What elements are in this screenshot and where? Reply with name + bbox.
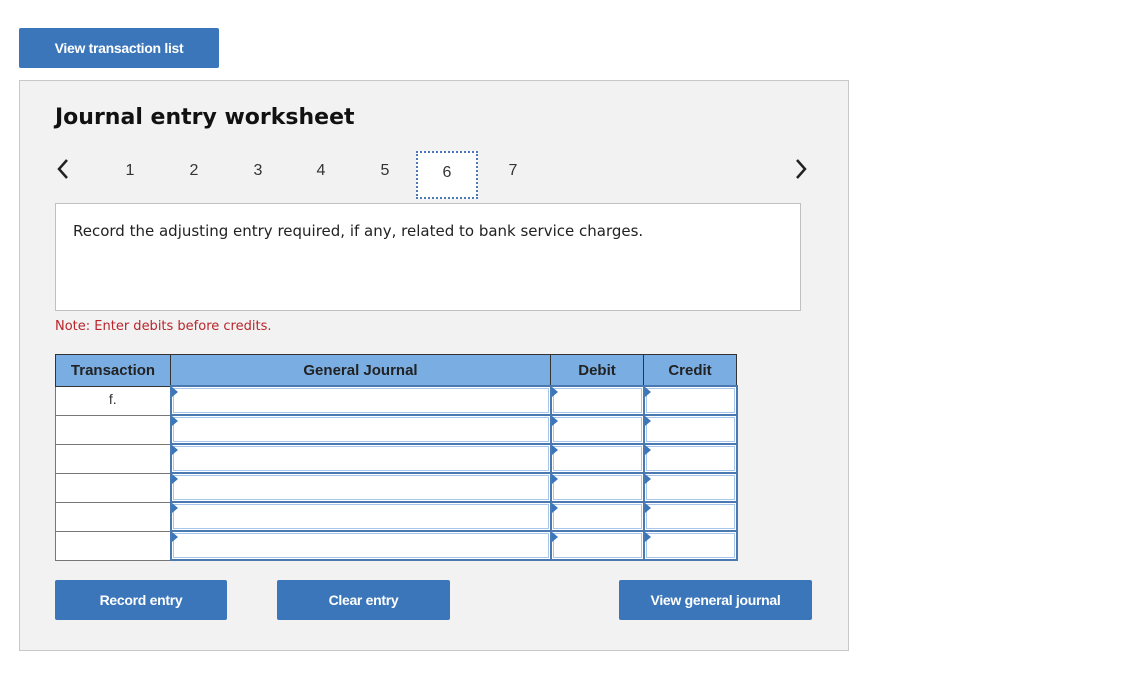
column-header-transaction: Transaction bbox=[55, 354, 171, 387]
clear-entry-button[interactable]: Clear entry bbox=[277, 580, 450, 620]
account-input-cell[interactable] bbox=[169, 501, 552, 532]
dropdown-marker-icon bbox=[171, 532, 178, 542]
column-header-general-journal: General Journal bbox=[170, 354, 551, 387]
credit-input[interactable] bbox=[645, 388, 735, 413]
account-input[interactable] bbox=[172, 475, 549, 500]
credit-input[interactable] bbox=[645, 417, 735, 442]
debit-input-cell[interactable] bbox=[549, 414, 645, 445]
dropdown-marker-icon bbox=[171, 503, 178, 513]
chevron-right-icon[interactable] bbox=[795, 158, 807, 180]
credit-input-cell[interactable] bbox=[642, 530, 738, 561]
debit-input-cell[interactable] bbox=[549, 472, 645, 503]
chevron-left-icon[interactable] bbox=[57, 158, 69, 180]
view-transaction-list-button[interactable]: View transaction list bbox=[19, 28, 219, 68]
column-header-credit: Credit bbox=[643, 354, 737, 387]
table-row bbox=[55, 530, 738, 561]
dropdown-marker-icon bbox=[551, 445, 558, 455]
dropdown-marker-icon bbox=[551, 503, 558, 513]
credit-input[interactable] bbox=[645, 504, 735, 529]
credit-input-cell[interactable] bbox=[642, 385, 738, 416]
account-input[interactable] bbox=[172, 388, 549, 413]
debit-input[interactable] bbox=[552, 533, 642, 558]
table-row bbox=[55, 443, 738, 474]
page-7[interactable]: 7 bbox=[498, 153, 528, 189]
table-row: f. bbox=[55, 385, 738, 416]
page-6-active[interactable]: 6 bbox=[416, 151, 478, 199]
dropdown-marker-icon bbox=[171, 416, 178, 426]
account-input[interactable] bbox=[172, 504, 549, 529]
dropdown-marker-icon bbox=[551, 474, 558, 484]
table-row bbox=[55, 414, 738, 445]
view-general-journal-button[interactable]: View general journal bbox=[619, 580, 812, 620]
dropdown-marker-icon bbox=[551, 532, 558, 542]
account-input-cell[interactable] bbox=[169, 472, 552, 503]
debit-input[interactable] bbox=[552, 504, 642, 529]
account-input-cell[interactable] bbox=[169, 530, 552, 561]
journal-table: Transaction General Journal Debit Credit… bbox=[55, 354, 738, 561]
table-row bbox=[55, 472, 738, 503]
transaction-cell bbox=[55, 501, 171, 532]
page-3[interactable]: 3 bbox=[243, 153, 273, 189]
transaction-cell bbox=[55, 414, 171, 445]
account-input[interactable] bbox=[172, 417, 549, 442]
transaction-cell: f. bbox=[55, 385, 171, 416]
dropdown-marker-icon bbox=[551, 387, 558, 397]
table-row bbox=[55, 501, 738, 532]
credit-input-cell[interactable] bbox=[642, 443, 738, 474]
account-input[interactable] bbox=[172, 446, 549, 471]
debit-input[interactable] bbox=[552, 388, 642, 413]
column-header-debit: Debit bbox=[550, 354, 644, 387]
dropdown-marker-icon bbox=[644, 503, 651, 513]
transaction-cell bbox=[55, 472, 171, 503]
debit-input-cell[interactable] bbox=[549, 385, 645, 416]
credit-input[interactable] bbox=[645, 446, 735, 471]
credit-input[interactable] bbox=[645, 533, 735, 558]
dropdown-marker-icon bbox=[171, 474, 178, 484]
instruction-box: Record the adjusting entry required, if … bbox=[55, 203, 801, 311]
instruction-text: Record the adjusting entry required, if … bbox=[73, 222, 644, 240]
credit-input-cell[interactable] bbox=[642, 501, 738, 532]
account-input-cell[interactable] bbox=[169, 443, 552, 474]
dropdown-marker-icon bbox=[644, 474, 651, 484]
page-5[interactable]: 5 bbox=[370, 153, 400, 189]
dropdown-marker-icon bbox=[644, 416, 651, 426]
credit-input[interactable] bbox=[645, 475, 735, 500]
page-4[interactable]: 4 bbox=[306, 153, 336, 189]
dropdown-marker-icon bbox=[171, 445, 178, 455]
debit-input[interactable] bbox=[552, 417, 642, 442]
transaction-cell bbox=[55, 443, 171, 474]
dropdown-marker-icon bbox=[644, 445, 651, 455]
journal-entry-worksheet-panel: Journal entry worksheet 1 2 3 4 5 6 7 Re… bbox=[19, 80, 849, 651]
debit-input[interactable] bbox=[552, 475, 642, 500]
worksheet-title: Journal entry worksheet bbox=[55, 105, 355, 130]
worksheet-pager: 1 2 3 4 5 6 7 bbox=[20, 149, 848, 199]
page-2[interactable]: 2 bbox=[179, 153, 209, 189]
dropdown-marker-icon bbox=[171, 387, 178, 397]
debit-input-cell[interactable] bbox=[549, 530, 645, 561]
dropdown-marker-icon bbox=[551, 416, 558, 426]
account-input-cell[interactable] bbox=[169, 385, 552, 416]
debit-input-cell[interactable] bbox=[549, 501, 645, 532]
credit-input-cell[interactable] bbox=[642, 472, 738, 503]
table-header-row: Transaction General Journal Debit Credit bbox=[55, 354, 737, 387]
note-text: Note: Enter debits before credits. bbox=[55, 319, 272, 334]
debit-input[interactable] bbox=[552, 446, 642, 471]
transaction-cell bbox=[55, 530, 171, 561]
record-entry-button[interactable]: Record entry bbox=[55, 580, 227, 620]
credit-input-cell[interactable] bbox=[642, 414, 738, 445]
page-1[interactable]: 1 bbox=[115, 153, 145, 189]
debit-input-cell[interactable] bbox=[549, 443, 645, 474]
dropdown-marker-icon bbox=[644, 387, 651, 397]
account-input[interactable] bbox=[172, 533, 549, 558]
dropdown-marker-icon bbox=[644, 532, 651, 542]
account-input-cell[interactable] bbox=[169, 414, 552, 445]
